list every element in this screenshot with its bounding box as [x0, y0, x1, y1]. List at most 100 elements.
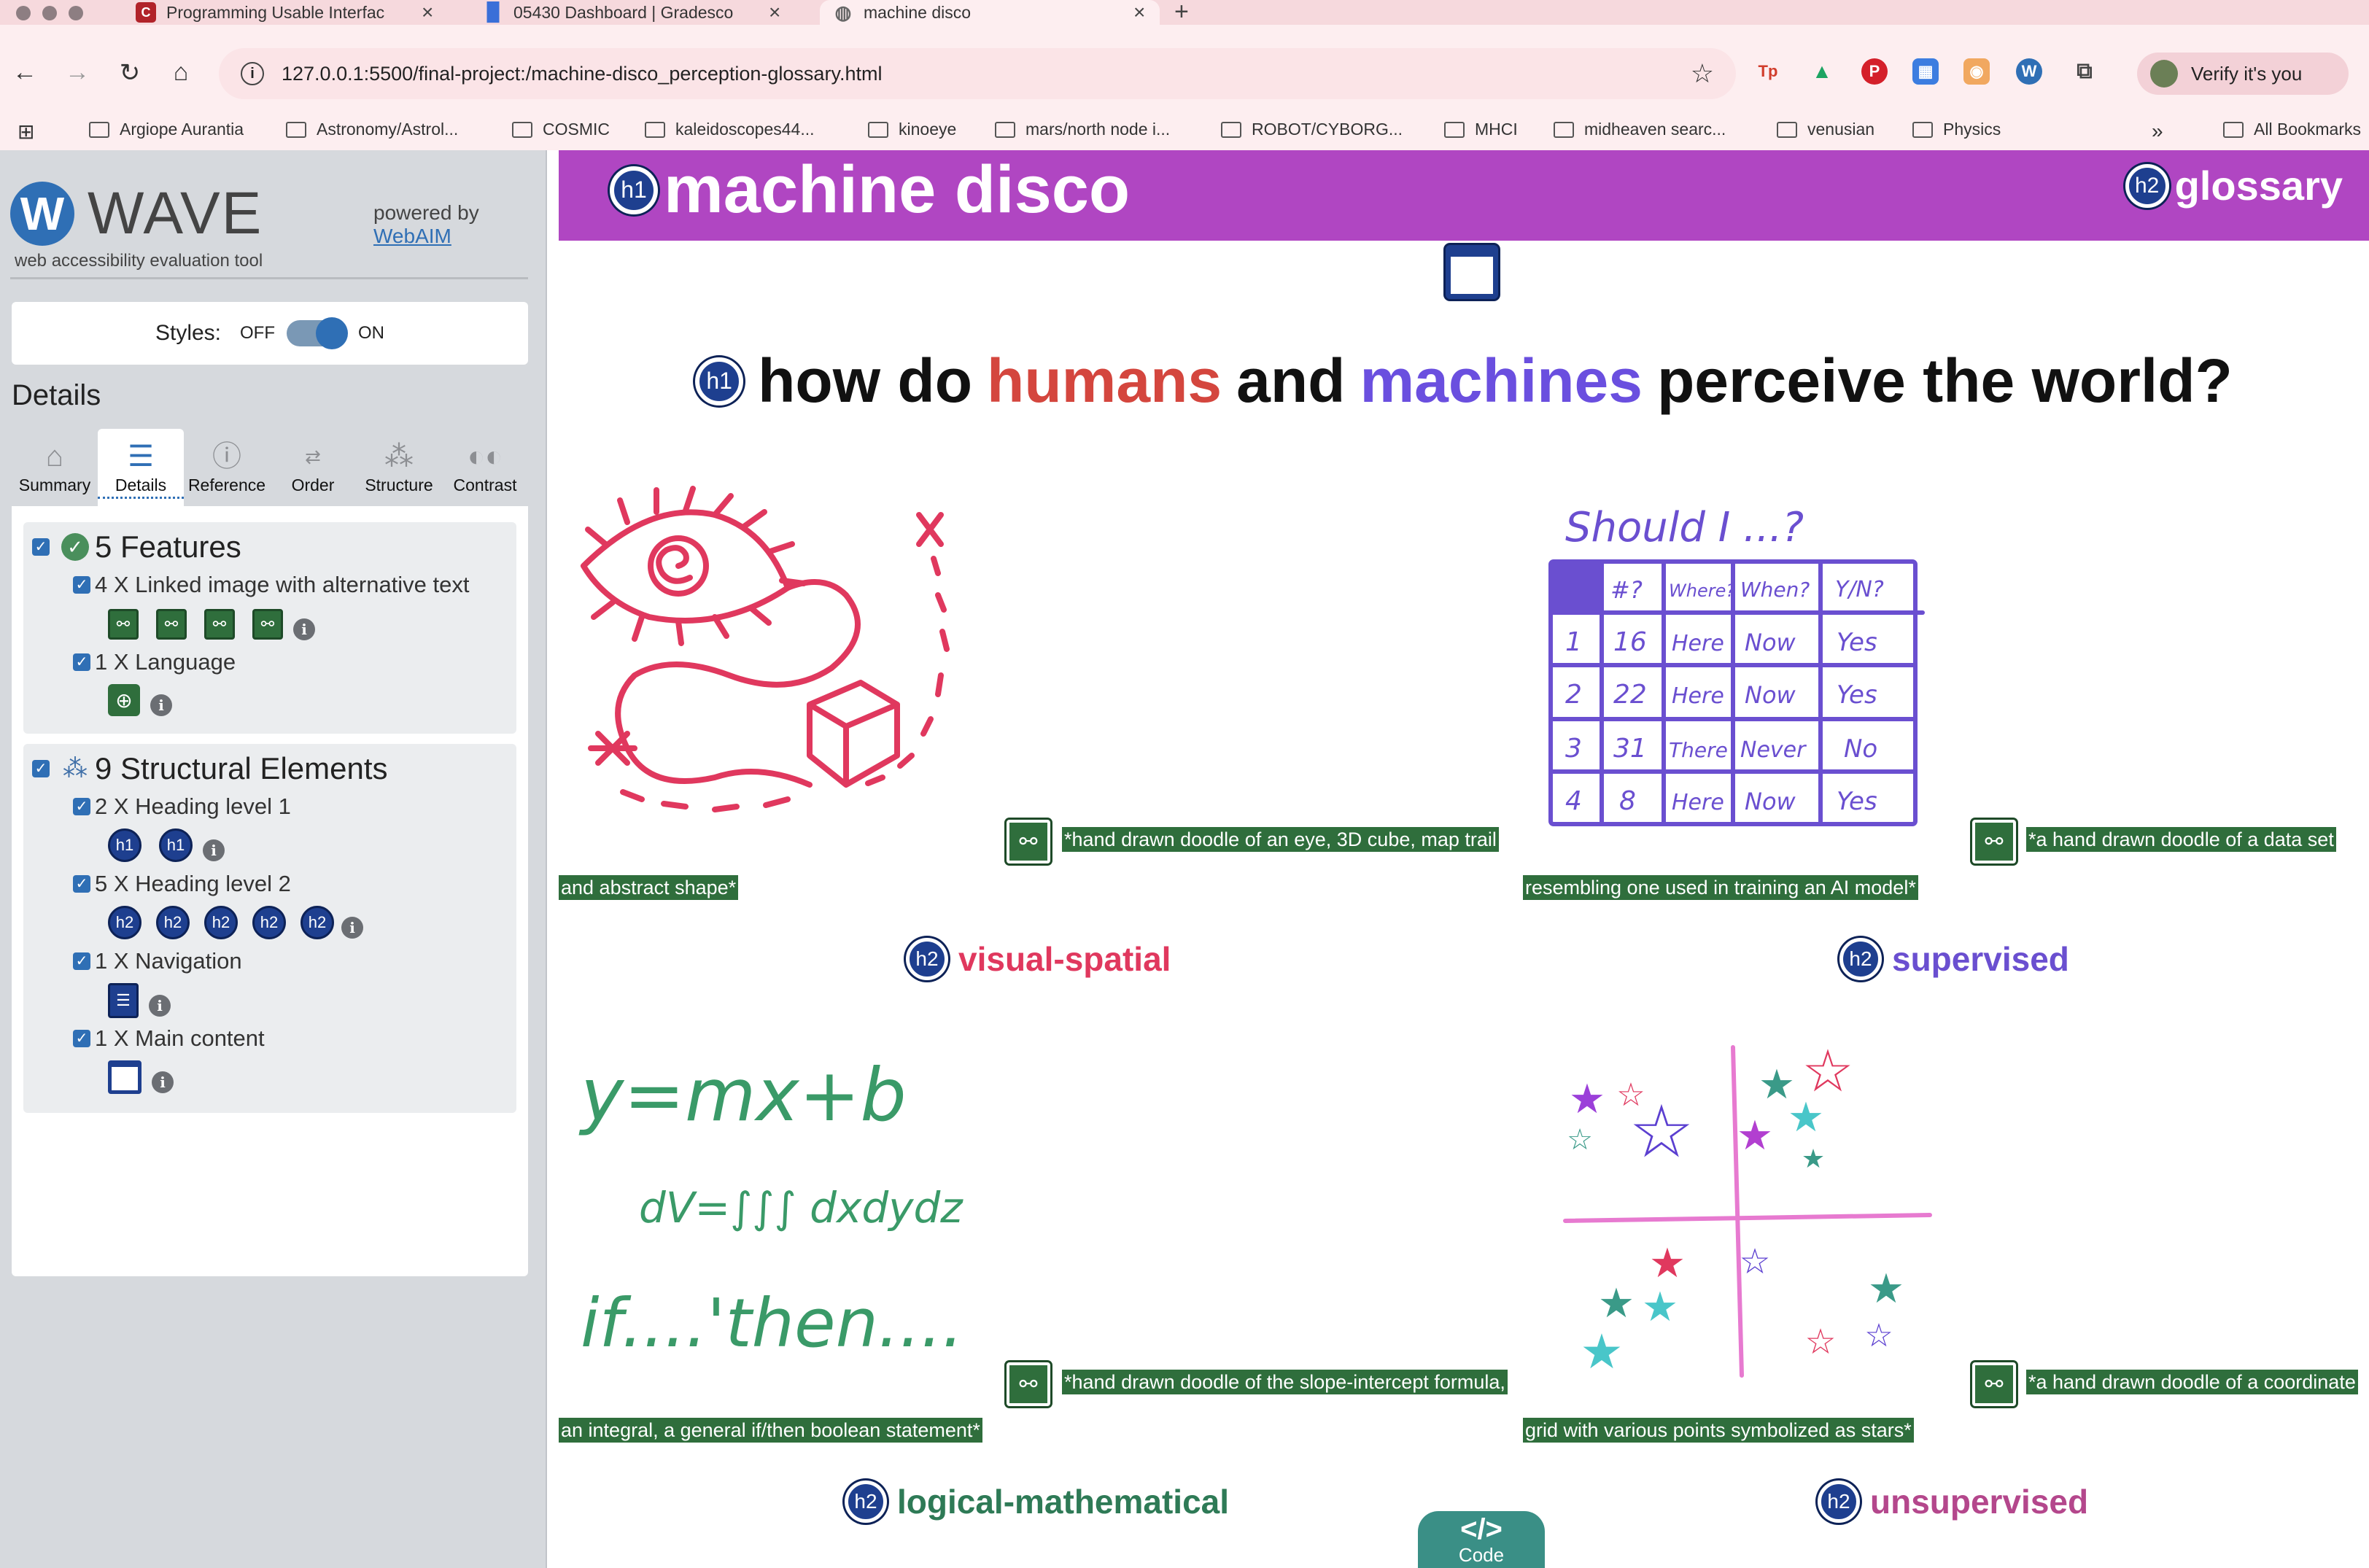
more-bookmarks-chevron-icon[interactable]: »	[2152, 120, 2163, 143]
home-icon[interactable]: ⌂	[166, 58, 195, 87]
h2-badge-icon[interactable]: h2	[1839, 938, 1882, 980]
main-content-icon[interactable]	[108, 1060, 141, 1094]
forward-icon[interactable]: →	[63, 58, 92, 87]
language-checkbox[interactable]: ✓	[73, 653, 90, 671]
h2-badge-icon[interactable]: h2	[204, 906, 238, 939]
glossary-nav[interactable]: h2 glossary	[2125, 162, 2343, 209]
wave-extension-icon[interactable]: W	[2016, 58, 2042, 85]
h2-badge-icon[interactable]: h2	[906, 938, 948, 980]
code-icon: </>	[1460, 1513, 1503, 1545]
bookmark-folder[interactable]: kinoeye	[868, 120, 956, 139]
glossary-link[interactable]: glossary	[2175, 162, 2343, 209]
code-button[interactable]: </> Code	[1418, 1511, 1545, 1568]
h2-badge-icon[interactable]: h2	[1818, 1480, 1860, 1523]
tab-reference[interactable]: ⓘ Reference	[184, 429, 270, 506]
extensions-puzzle-icon[interactable]: ⧉	[2071, 58, 2098, 85]
info-icon[interactable]: i	[203, 839, 225, 861]
bookmark-folder[interactable]: MHCI	[1444, 120, 1518, 139]
reload-icon[interactable]: ↻	[115, 58, 144, 88]
tab-details[interactable]: ☰ Details	[98, 429, 184, 506]
linked-image-icon[interactable]: ⚯	[1972, 820, 2016, 863]
tab-structure[interactable]: ⁂ Structure	[356, 429, 442, 506]
linked-image-icon[interactable]: ⚯	[1007, 1362, 1050, 1406]
verify-label: Verify it's you	[2191, 62, 2303, 85]
info-icon[interactable]: i	[149, 995, 171, 1017]
h2-badge-icon[interactable]: h2	[252, 906, 286, 939]
h2-badge-icon[interactable]: h2	[156, 906, 190, 939]
back-icon[interactable]: ←	[10, 58, 39, 87]
tab-contrast[interactable]: ◐◐ Contrast	[442, 429, 528, 506]
bookmark-folder[interactable]: venusian	[1777, 120, 1874, 139]
tab-order[interactable]: ⇄ Order	[270, 429, 356, 506]
styles-toggle[interactable]	[287, 317, 349, 349]
structure-checkbox[interactable]: ✓	[32, 760, 50, 777]
close-tab-icon[interactable]: ×	[1133, 1, 1145, 24]
address-bar[interactable]: i 127.0.0.1:5500/final-project:/machine-…	[219, 48, 1736, 99]
folder-icon	[1777, 121, 1797, 138]
palette-extension-icon[interactable]: ◉	[1963, 58, 1990, 85]
math-formula-doodle[interactable]: y=mx+b dV=∫∫∫ dxdydz if....'then....	[573, 1040, 982, 1383]
maximize-window-button[interactable]	[69, 6, 83, 20]
star-icon: ★	[1649, 1240, 1686, 1287]
h2-badge-icon[interactable]: h2	[301, 906, 334, 939]
coordinate-grid-doodle[interactable]: ★ ☆ ☆ ☆ ★ ☆ ★ ★ ★ ★ ☆ ★ ★ ★ ★ ☆ ☆	[1551, 1040, 1945, 1383]
tp-extension-icon[interactable]: Tp	[1755, 58, 1781, 85]
all-bookmarks-folder[interactable]: All Bookmarks	[2223, 120, 2361, 139]
profile-verify-button[interactable]: Verify it's you	[2137, 53, 2349, 95]
h1-badge-icon[interactable]: h1	[108, 828, 141, 862]
h1-badge-icon[interactable]: h1	[610, 166, 658, 214]
language-globe-icon[interactable]: ⊕	[108, 684, 140, 716]
bookmark-folder[interactable]: midheaven searc...	[1554, 120, 1726, 139]
linked-image-icon[interactable]: ⚯	[1972, 1362, 2016, 1406]
bookmark-folder[interactable]: Astronomy/Astrol...	[286, 120, 458, 139]
site-title: h1 machine disco	[610, 152, 1130, 228]
browser-tab-gradescope[interactable]: ▐▌ 05430 Dashboard | Gradesco ×	[481, 0, 780, 25]
drive-extension-icon[interactable]: ▲	[1809, 58, 1835, 85]
wave-logo: W WAVE	[10, 179, 263, 248]
browser-tab-machine-disco[interactable]: ◍ machine disco ×	[820, 0, 1160, 25]
main-content-checkbox[interactable]: ✓	[73, 1030, 90, 1047]
close-tab-icon[interactable]: ×	[769, 1, 780, 24]
close-window-button[interactable]	[16, 6, 31, 20]
info-icon[interactable]: i	[152, 1071, 174, 1093]
info-icon[interactable]: i	[293, 618, 315, 640]
linked-image-icon[interactable]: ⚯	[1007, 820, 1050, 863]
h1-badge-icon[interactable]: h1	[159, 828, 193, 862]
bookmark-folder[interactable]: ROBOT/CYBORG...	[1221, 120, 1403, 139]
bookmark-folder[interactable]: Physics	[1912, 120, 2001, 139]
navigation-checkbox[interactable]: ✓	[73, 952, 90, 970]
h1-badge-icon[interactable]: h1	[695, 357, 744, 405]
h2-checkbox[interactable]: ✓	[73, 875, 90, 893]
close-tab-icon[interactable]: ×	[422, 1, 433, 24]
bookmark-folder[interactable]: COSMIC	[512, 120, 610, 139]
navigation-icon[interactable]: ☰	[108, 983, 139, 1018]
pinterest-extension-icon[interactable]: P	[1861, 58, 1888, 85]
linked-image-icon[interactable]: ⚯	[204, 609, 235, 640]
h2-badge-icon[interactable]: h2	[845, 1480, 887, 1523]
linked-image-icon[interactable]: ⚯	[252, 609, 283, 640]
linked-image-checkbox[interactable]: ✓	[73, 576, 90, 594]
bookmark-star-icon[interactable]: ☆	[1691, 58, 1714, 89]
bookmark-folder[interactable]: mars/north node i...	[995, 120, 1170, 139]
site-info-icon[interactable]: i	[241, 62, 264, 85]
linked-image-icon[interactable]: ⚯	[156, 609, 187, 640]
data-set-doodle[interactable]: Should I ...? #? Where? When? Y/N? 1 16 …	[1543, 497, 1937, 847]
bookmark-folder[interactable]: kaleidoscopes44...	[645, 120, 815, 139]
info-icon[interactable]: i	[150, 694, 172, 716]
tab-manager-extension-icon[interactable]: ▦	[1912, 58, 1939, 85]
h1-checkbox[interactable]: ✓	[73, 798, 90, 815]
main-content-icon[interactable]	[1446, 245, 1498, 299]
bookmark-folder[interactable]: Argiope Aurantia	[89, 120, 244, 139]
info-icon[interactable]: i	[341, 917, 363, 939]
h2-badge-icon[interactable]: h2	[108, 906, 141, 939]
webaim-link[interactable]: WebAIM	[373, 225, 451, 247]
tab-summary[interactable]: ⌂ Summary	[12, 429, 98, 506]
h2-badge-icon[interactable]: h2	[2125, 163, 2169, 208]
new-tab-button[interactable]: +	[1174, 0, 1189, 24]
apps-grid-icon[interactable]: ⊞	[18, 120, 34, 144]
features-checkbox[interactable]: ✓	[32, 538, 50, 556]
eye-cube-doodle[interactable]	[569, 486, 963, 850]
browser-tab-programming[interactable]: C Programming Usable Interfac ×	[136, 0, 433, 25]
minimize-window-button[interactable]	[42, 6, 57, 20]
linked-image-icon[interactable]: ⚯	[108, 609, 139, 640]
